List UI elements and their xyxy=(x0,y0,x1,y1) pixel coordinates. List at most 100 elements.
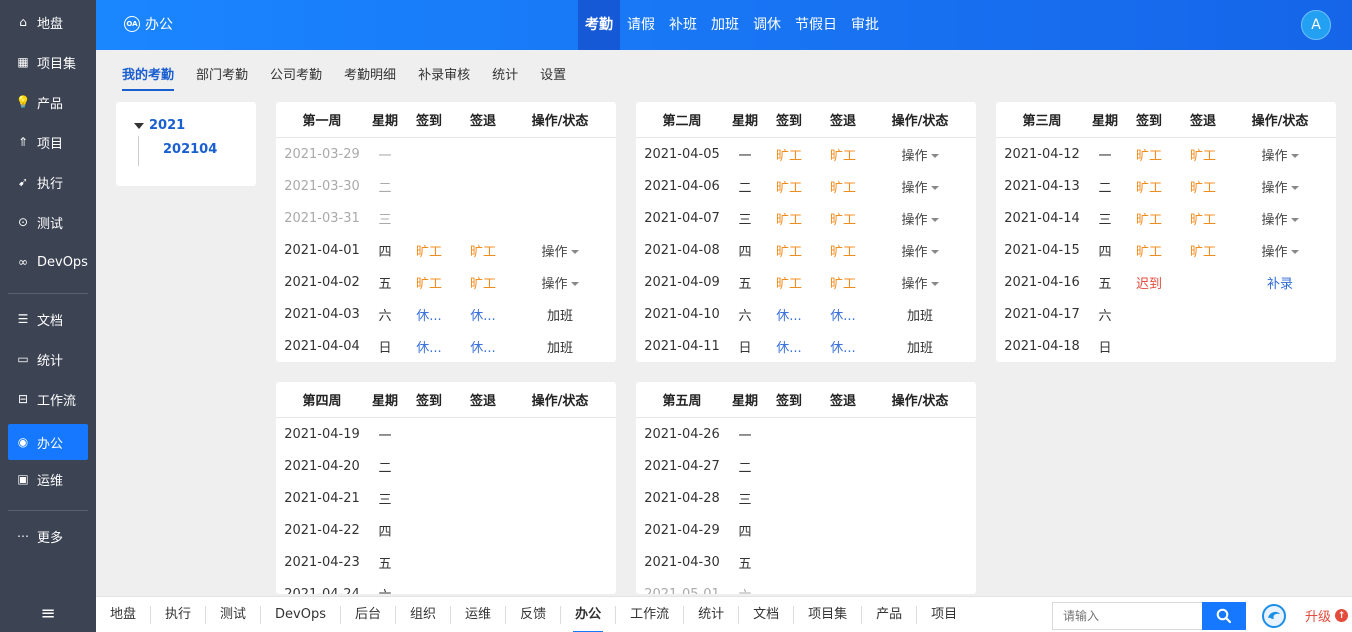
signin-status: 旷工 xyxy=(1135,212,1162,228)
upgrade-link[interactable]: 升级 ↑ xyxy=(1305,606,1349,625)
sidebar-item-11[interactable]: ▣ 运维 xyxy=(8,461,88,497)
sidebar-item-2[interactable]: 💡 产品 xyxy=(8,84,88,120)
bottom-nav-item-5[interactable]: 组织 xyxy=(396,606,452,624)
action-dropdown[interactable]: 操作 xyxy=(901,181,939,196)
col-signout: 签退 xyxy=(469,114,496,129)
action-cell: 操作 xyxy=(1230,241,1330,260)
bottom-nav-item-10[interactable]: 统计 xyxy=(684,606,740,624)
row-weekday: 二 xyxy=(1098,180,1112,196)
bottom-nav-item-9[interactable]: 工作流 xyxy=(616,606,685,624)
signout-status: 旷工 xyxy=(469,276,496,292)
row-weekday: 二 xyxy=(738,460,752,476)
bottom-nav-item-14[interactable]: 项目 xyxy=(917,606,971,624)
bottom-nav-item-12[interactable]: 项目集 xyxy=(794,606,863,624)
bottom-nav-item-8[interactable]: 办公 xyxy=(561,606,617,632)
avatar[interactable]: A xyxy=(1301,10,1331,40)
action-dropdown[interactable]: 操作 xyxy=(1261,245,1299,260)
subtab-1[interactable]: 部门考勤 xyxy=(196,64,248,91)
sidebar-item-label: 测试 xyxy=(37,216,64,232)
caret-down-icon xyxy=(1290,186,1299,190)
action-dropdown[interactable]: 操作 xyxy=(1261,149,1299,164)
row-date: 2021-04-07 xyxy=(644,210,720,226)
attendance-row: 2021-04-15 四 旷工 旷工 操作 xyxy=(996,234,1336,266)
subtab-4[interactable]: 补录审核 xyxy=(418,64,470,91)
sub-tabs: 我的考勤 部门考勤 公司考勤 考勤明细 补录审核 统计 设置 xyxy=(122,64,588,91)
bottom-nav-item-13[interactable]: 产品 xyxy=(862,606,918,624)
caret-down-icon xyxy=(1290,154,1299,158)
top-nav: 考勤 请假 补班 加班 调休 节假日 审批 xyxy=(578,0,886,50)
bottom-nav-item-1[interactable]: 执行 xyxy=(151,606,207,624)
sidebar-item-5[interactable]: ⊙ 测试 xyxy=(8,204,88,240)
sidebar-item-8[interactable]: ▭ 统计 xyxy=(8,341,88,377)
col-weekday: 星期 xyxy=(371,394,398,409)
action-dropdown[interactable]: 操作 xyxy=(541,245,579,260)
sidebar-item-label: 地盘 xyxy=(37,16,64,32)
action-dropdown[interactable]: 操作 xyxy=(541,277,579,292)
row-date: 2021-04-24 xyxy=(284,586,360,595)
action-dropdown[interactable]: 操作 xyxy=(901,277,939,292)
subtab-6[interactable]: 设置 xyxy=(540,64,566,91)
bottom-nav-item-4[interactable]: 后台 xyxy=(341,606,397,624)
collapse-menu-icon[interactable]: ≡ xyxy=(36,601,60,625)
row-date: 2021-03-31 xyxy=(284,210,360,226)
subtab-3[interactable]: 考勤明细 xyxy=(344,64,396,91)
bottom-nav-item-2[interactable]: 测试 xyxy=(206,606,262,624)
row-date: 2021-04-27 xyxy=(644,458,720,474)
subtab-5[interactable]: 统计 xyxy=(492,64,518,91)
row-weekday: 四 xyxy=(378,244,392,260)
bottom-nav-item-7[interactable]: 反馈 xyxy=(506,606,562,624)
sidebar-item-7[interactable]: ☰ 文档 xyxy=(8,301,88,337)
top-nav-item-6[interactable]: 审批 xyxy=(844,0,886,50)
bottom-nav-item-0[interactable]: 地盘 xyxy=(96,606,152,624)
row-weekday: 六 xyxy=(1098,308,1112,324)
week-card: 第一周 星期 签到 签退 操作/状态 2021-03-29 一 2021-03-30 二 2021… xyxy=(276,102,616,362)
sidebar-item-4[interactable]: ➹ 执行 xyxy=(8,164,88,200)
top-nav-item-2[interactable]: 补班 xyxy=(662,0,704,50)
oa-icon: ◉ xyxy=(17,435,29,449)
row-weekday: 五 xyxy=(738,556,752,572)
search-input[interactable] xyxy=(1052,602,1202,630)
tree-year[interactable]: 2021 xyxy=(134,118,185,133)
col-action: 操作/状态 xyxy=(531,114,589,129)
top-nav-item-0[interactable]: 考勤 xyxy=(578,0,620,50)
bottom-nav-item-11[interactable]: 文档 xyxy=(739,606,795,624)
top-nav-item-4[interactable]: 调休 xyxy=(746,0,788,50)
sidebar-item-12[interactable]: ⋯ 更多 xyxy=(8,518,88,554)
bottom-nav-item-6[interactable]: 运维 xyxy=(451,606,507,624)
action-label: 操作 xyxy=(901,148,928,164)
caret-down-icon xyxy=(930,218,939,222)
row-date: 2021-04-30 xyxy=(644,554,720,570)
oa-logo-icon: OA xyxy=(124,16,140,32)
action-dropdown[interactable]: 操作 xyxy=(901,245,939,260)
action-dropdown[interactable]: 操作 xyxy=(1261,213,1299,228)
action-dropdown[interactable]: 操作 xyxy=(901,148,939,164)
app-title[interactable]: OA 办公 xyxy=(124,14,173,34)
sidebar-item-1[interactable]: ▦ 项目集 xyxy=(8,44,88,80)
row-date: 2021-05-01 xyxy=(644,586,720,595)
action-dropdown[interactable]: 操作 xyxy=(901,213,939,228)
tree-month[interactable]: 202104 xyxy=(163,142,217,157)
row-weekday: 四 xyxy=(1098,244,1112,260)
action-dropdown[interactable]: 操作 xyxy=(1261,181,1299,196)
search-button[interactable] xyxy=(1202,602,1246,630)
attendance-row: 2021-04-14 三 旷工 旷工 操作 xyxy=(996,202,1336,234)
attendance-row: 2021-04-24 六 xyxy=(276,578,616,595)
sidebar-item-6[interactable]: ∞ DevOps xyxy=(8,244,88,280)
top-nav-item-1[interactable]: 请假 xyxy=(620,0,662,50)
row-weekday: 三 xyxy=(738,212,752,228)
week-card: 第五周 星期 签到 签退 操作/状态 2021-04-26 一 2021-04-27 二 2021… xyxy=(636,382,976,594)
supplement-link[interactable]: 补录 xyxy=(1230,273,1330,292)
sidebar-item-0[interactable]: ⌂ 地盘 xyxy=(8,4,88,40)
top-nav-item-3[interactable]: 加班 xyxy=(704,0,746,50)
sidebar-item-3[interactable]: ⇑ 项目 xyxy=(8,124,88,160)
subtab-0[interactable]: 我的考勤 xyxy=(122,64,175,91)
row-date: 2021-04-26 xyxy=(644,426,720,442)
sidebar-item-9[interactable]: ⊟ 工作流 xyxy=(8,381,88,417)
bottom-nav-item-3[interactable]: DevOps xyxy=(261,606,342,624)
grid-icon: ▦ xyxy=(17,55,29,69)
subtab-2[interactable]: 公司考勤 xyxy=(270,64,322,91)
sidebar-item-10[interactable]: ◉ 办公 xyxy=(8,424,88,460)
top-nav-item-5[interactable]: 节假日 xyxy=(788,0,844,50)
brand-logo-icon[interactable] xyxy=(1262,604,1286,628)
attendance-row: 2021-04-07 三 旷工 旷工 操作 xyxy=(636,202,976,234)
